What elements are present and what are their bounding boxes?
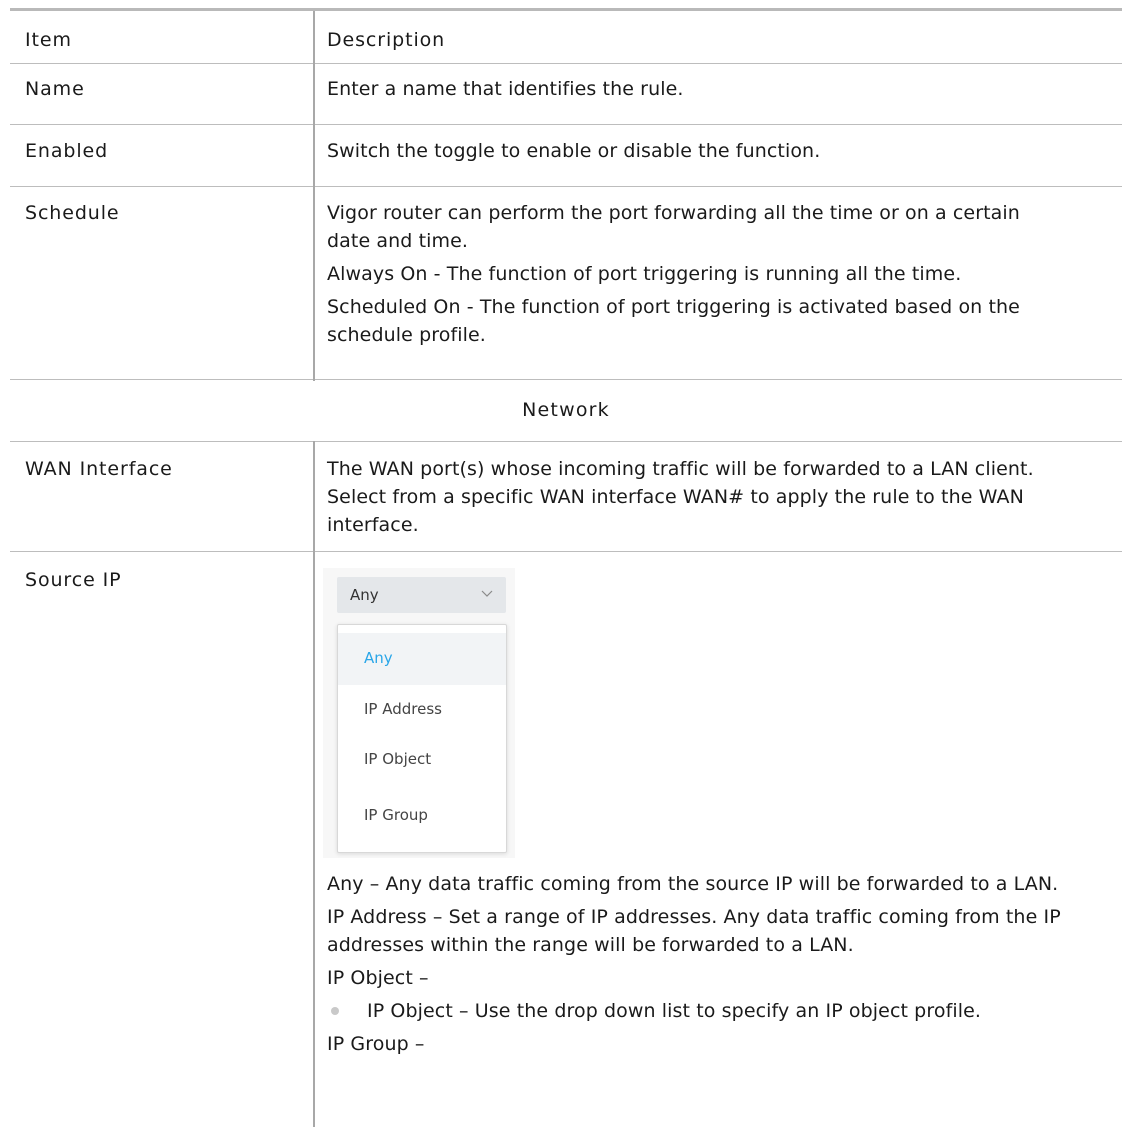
desc-text: Switch the toggle to enable or disable t…: [327, 140, 821, 162]
desc-text: Vigor router can perform the port forwar…: [327, 202, 1020, 252]
select-value: Any: [350, 586, 379, 604]
row-divider: [10, 186, 1122, 187]
desc-text: Scheduled On - The function of port trig…: [327, 296, 1020, 346]
row-desc-enabled: Switch the toggle to enable or disable t…: [327, 137, 1112, 170]
desc-text: The WAN port(s) whose incoming traffic w…: [327, 458, 1034, 536]
document-page: Item Description Name Enter a name that …: [0, 0, 1122, 1127]
chevron-down-icon: [481, 590, 493, 597]
column-divider: [313, 441, 315, 1127]
dropdown-option-ip-group[interactable]: IP Group: [338, 790, 506, 842]
dropdown-option-ip-object[interactable]: IP Object: [338, 734, 506, 786]
row-divider: [10, 63, 1122, 64]
row-item-source-ip: Source IP: [25, 569, 122, 591]
row-item-schedule: Schedule: [25, 202, 120, 224]
row-item-name: Name: [25, 78, 85, 100]
row-desc-schedule: Vigor router can perform the port forwar…: [327, 199, 1067, 354]
desc-text: Enter a name that identifies the rule.: [327, 78, 684, 100]
dropdown-option-any[interactable]: Any: [338, 633, 506, 685]
section-network: Network: [522, 399, 610, 421]
row-divider: [10, 379, 1122, 380]
desc-text: IP Object –: [327, 967, 429, 989]
bullet-icon: [331, 1006, 339, 1015]
row-desc-name: Enter a name that identifies the rule.: [327, 75, 1112, 108]
desc-text: IP Group –: [327, 1033, 425, 1055]
column-divider: [313, 11, 315, 381]
row-item-enabled: Enabled: [25, 140, 109, 162]
desc-text: Always On - The function of port trigger…: [327, 263, 962, 285]
source-ip-select[interactable]: Any: [337, 577, 506, 613]
header-description: Description: [327, 29, 446, 51]
row-item-wan-interface: WAN Interface: [25, 458, 173, 480]
bullet-item: IP Object – Use the drop down list to sp…: [327, 997, 1107, 1025]
bullet-text: IP Object – Use the drop down list to sp…: [367, 1000, 982, 1022]
desc-text: Any – Any data traffic coming from the s…: [327, 873, 1059, 895]
option-label: Any: [364, 649, 393, 667]
option-label: IP Group: [364, 806, 428, 824]
option-label: IP Address: [364, 700, 442, 718]
dropdown-option-ip-address[interactable]: IP Address: [338, 684, 506, 736]
desc-text: IP Address – Set a range of IP addresses…: [327, 906, 1061, 956]
option-label: IP Object: [364, 750, 432, 768]
row-desc-source-ip: Any – Any data traffic coming from the s…: [327, 870, 1107, 1063]
row-desc-wan-interface: The WAN port(s) whose incoming traffic w…: [327, 455, 1072, 544]
table-top-border: [10, 8, 1122, 11]
header-item: Item: [25, 29, 72, 51]
row-divider: [10, 551, 1122, 552]
row-divider: [10, 441, 1122, 442]
source-ip-dropdown-menu: Any IP Address IP Object IP Group: [337, 624, 507, 853]
row-divider: [10, 124, 1122, 125]
